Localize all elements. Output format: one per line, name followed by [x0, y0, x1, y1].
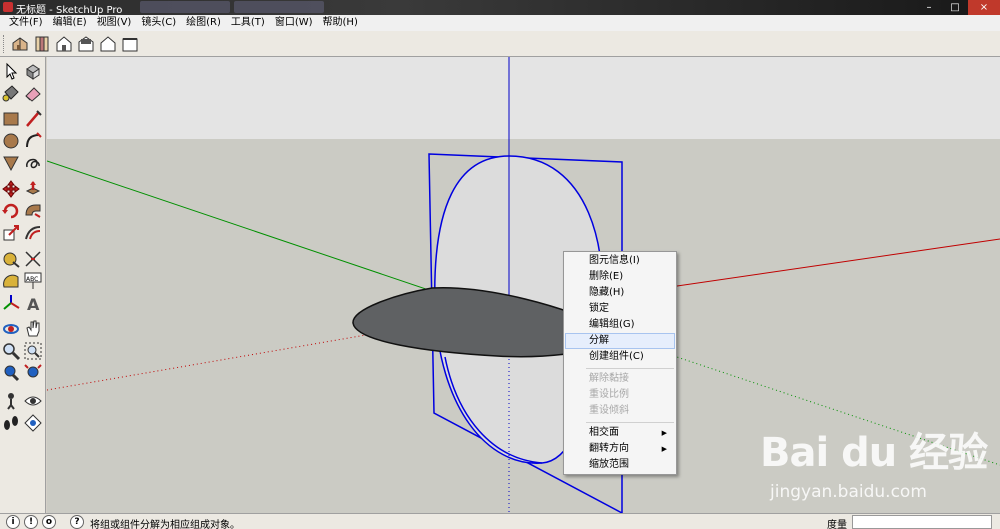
- tape-measure-icon[interactable]: [1, 249, 21, 269]
- menu-make-component[interactable]: 创建组件(C): [565, 349, 675, 365]
- back-view-icon[interactable]: [98, 34, 118, 54]
- menu-intersect-faces[interactable]: 相交面 ▶: [565, 425, 675, 441]
- baidu-watermark: Bai du 经验 jingyan.baidu.com: [760, 420, 1000, 510]
- left-view-icon[interactable]: [120, 34, 140, 54]
- rotate-icon[interactable]: [1, 201, 21, 221]
- menu-separator: [586, 368, 674, 369]
- menu-edit-group[interactable]: 编辑组(G): [565, 317, 675, 333]
- close-button[interactable]: ×: [968, 0, 1000, 15]
- position-camera-icon[interactable]: [1, 391, 21, 411]
- status-bar: i ! o ? 将组或组件分解为相应组成对象。 度量: [0, 513, 1000, 529]
- move-icon[interactable]: [1, 179, 21, 199]
- text-icon[interactable]: ABC: [23, 271, 43, 291]
- offset-icon[interactable]: [23, 223, 43, 243]
- 3d-text-icon[interactable]: A: [23, 293, 43, 314]
- make-component-icon[interactable]: [23, 61, 43, 81]
- sketchup-app-icon: [3, 2, 13, 12]
- pan-icon[interactable]: [23, 319, 43, 339]
- maximize-button[interactable]: □: [942, 0, 968, 15]
- menu-flip-along[interactable]: 翻转方向 ▶: [565, 441, 675, 457]
- arc-icon[interactable]: [23, 131, 43, 151]
- credits-icon[interactable]: !: [24, 515, 38, 529]
- menu-edit[interactable]: 编辑(E): [48, 15, 92, 31]
- large-tool-set: ABC A: [0, 57, 46, 513]
- geo-location-icon[interactable]: i: [6, 515, 20, 529]
- watermark-brand: Bai du 经验: [760, 430, 988, 476]
- svg-text:A: A: [27, 295, 40, 313]
- menu-bar: 文件(F) 编辑(E) 视图(V) 镜头(C) 绘图(R) 工具(T) 窗口(W…: [0, 15, 1000, 31]
- menu-draw[interactable]: 绘图(R): [181, 15, 226, 31]
- follow-me-icon[interactable]: [23, 201, 43, 221]
- menu-camera[interactable]: 镜头(C): [136, 15, 181, 31]
- push-pull-icon[interactable]: [23, 179, 43, 199]
- instructor-help-icon[interactable]: ?: [70, 515, 84, 529]
- submenu-arrow-icon: ▶: [661, 445, 667, 453]
- scale-icon[interactable]: [1, 223, 21, 243]
- toolbar-grip[interactable]: [3, 35, 6, 53]
- zoom-icon[interactable]: [1, 341, 21, 361]
- top-view-icon[interactable]: [32, 34, 52, 54]
- menu-file[interactable]: 文件(F): [4, 15, 48, 31]
- look-around-icon[interactable]: [23, 391, 43, 411]
- menu-unglue: 解除黏接: [589, 373, 629, 384]
- menu-tools[interactable]: 工具(T): [226, 15, 270, 31]
- axes-icon[interactable]: [1, 293, 21, 313]
- menu-lock[interactable]: 锁定: [565, 301, 675, 317]
- menu-separator: [586, 422, 674, 423]
- menu-hide[interactable]: 隐藏(H): [565, 285, 675, 301]
- measurements-input[interactable]: [852, 515, 992, 529]
- window-title: 无标题 - SketchUp Pro: [16, 5, 123, 16]
- select-icon[interactable]: [1, 61, 21, 81]
- menu-entity-info[interactable]: 图元信息(I): [565, 253, 675, 269]
- rectangle-icon[interactable]: [1, 109, 21, 129]
- measurements-label: 度量: [827, 520, 847, 529]
- polygon-icon[interactable]: [1, 153, 21, 173]
- minimize-button[interactable]: –: [916, 0, 942, 15]
- menu-reset-scale: 重设比例: [589, 389, 629, 400]
- line-icon[interactable]: [23, 109, 43, 129]
- svg-text:ABC: ABC: [26, 276, 38, 283]
- sky: [47, 57, 1000, 139]
- eraser-icon[interactable]: [23, 83, 43, 103]
- menu-zoom-selection[interactable]: 缩放范围: [565, 457, 675, 473]
- menu-help[interactable]: 帮助(H): [318, 15, 363, 31]
- user-icon[interactable]: o: [42, 515, 56, 529]
- context-menu: 图元信息(I) 删除(E) 隐藏(H) 锁定 编辑组(G) 分解 创建组件(C)…: [563, 251, 677, 475]
- zoom-window-icon[interactable]: [23, 341, 43, 361]
- menu-window[interactable]: 窗口(W): [270, 15, 318, 31]
- watermark-url: jingyan.baidu.com: [770, 482, 927, 502]
- orbit-icon[interactable]: [1, 319, 21, 339]
- freehand-icon[interactable]: [23, 153, 43, 173]
- section-plane-icon[interactable]: [23, 413, 43, 433]
- window-controls: – □ ×: [916, 0, 1000, 15]
- title-bar: 无标题 - SketchUp Pro – □ ×: [0, 0, 1000, 16]
- previous-view-icon[interactable]: [1, 363, 21, 383]
- dimension-icon[interactable]: [23, 249, 43, 269]
- walk-icon[interactable]: [1, 413, 21, 433]
- circle-icon[interactable]: [1, 131, 21, 151]
- menu-delete[interactable]: 删除(E): [565, 269, 675, 285]
- menu-explode[interactable]: 分解: [565, 333, 675, 349]
- submenu-arrow-icon: ▶: [661, 429, 667, 437]
- protractor-icon[interactable]: [1, 271, 21, 291]
- zoom-extents-icon[interactable]: [23, 363, 43, 383]
- paint-bucket-icon[interactable]: [1, 83, 21, 103]
- iso-view-icon[interactable]: [10, 34, 30, 54]
- menu-reset-skew: 重设倾斜: [589, 405, 629, 416]
- menu-view[interactable]: 视图(V): [92, 15, 137, 31]
- right-view-icon[interactable]: [76, 34, 96, 54]
- taskbar-tabs: [140, 1, 324, 14]
- status-message: 将组或组件分解为相应组成对象。: [90, 520, 240, 529]
- views-toolbar: [0, 31, 1000, 57]
- front-view-icon[interactable]: [54, 34, 74, 54]
